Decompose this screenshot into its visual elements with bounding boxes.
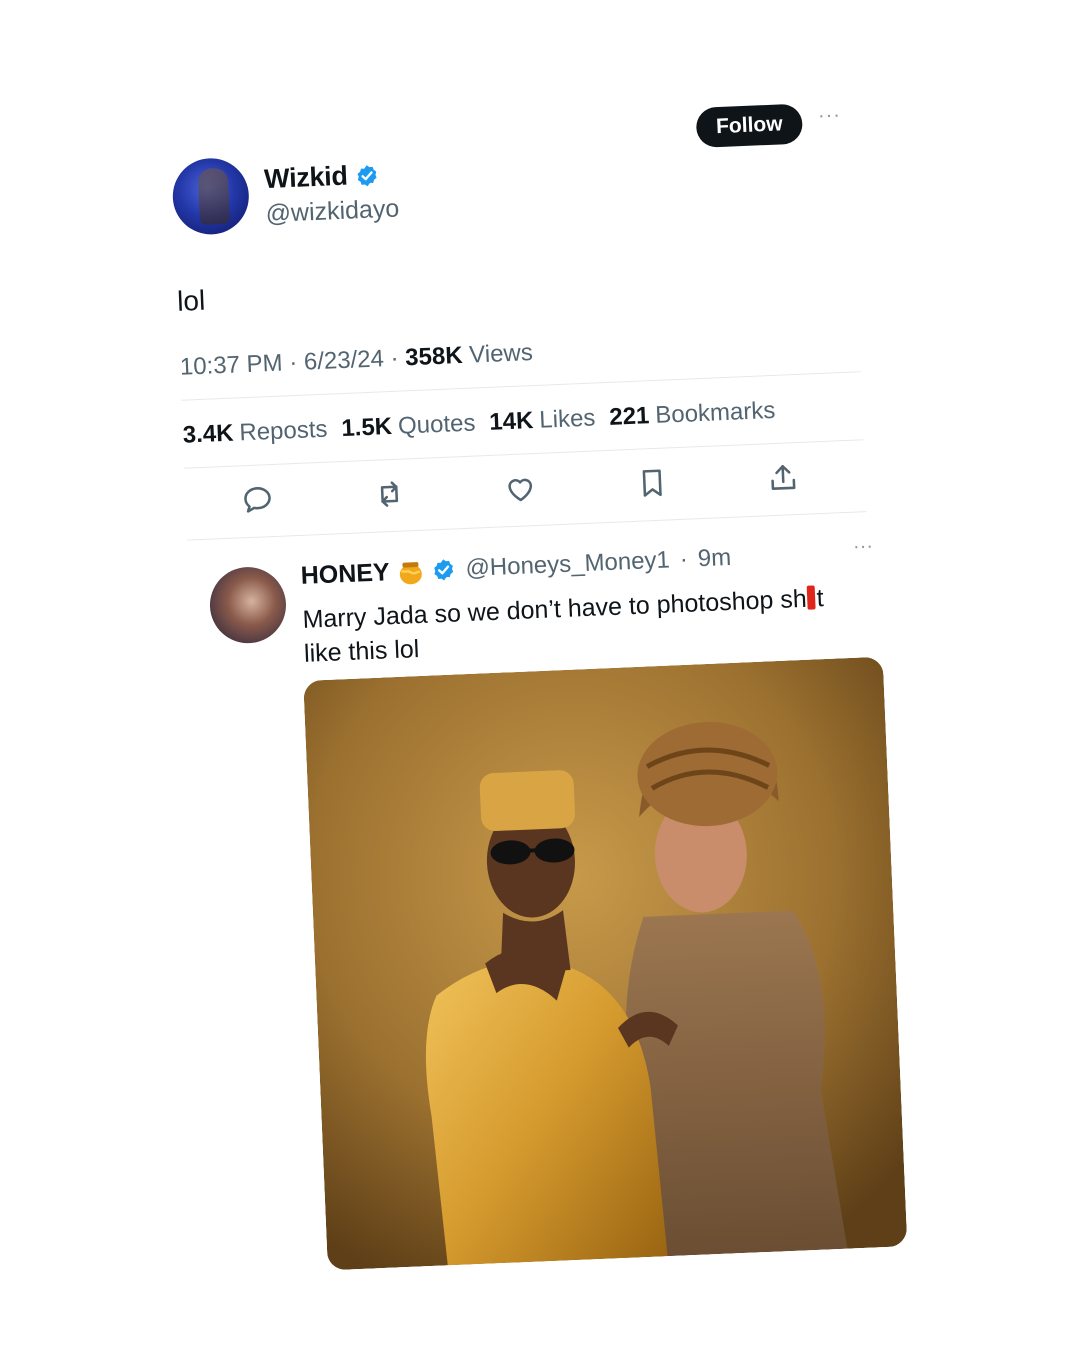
bookmark-icon[interactable]	[634, 465, 669, 500]
redaction-mark	[807, 585, 817, 610]
more-options-icon[interactable]: ···	[818, 104, 842, 128]
meta-separator: ·	[679, 545, 689, 574]
attached-photo[interactable]	[303, 656, 908, 1271]
divider	[187, 511, 867, 541]
reply-age[interactable]: 9m	[697, 544, 731, 573]
tweet-text: lol	[176, 284, 206, 317]
meta-separator: ·	[288, 348, 298, 377]
tweet-card: Wizkid @wizkidayo Follow ··· lol 10:37 P…	[170, 100, 937, 1271]
meta-separator: ·	[390, 344, 400, 372]
bookmarks-stat[interactable]: 221 Bookmarks	[609, 397, 776, 432]
share-icon[interactable]	[765, 460, 800, 495]
verified-badge-icon	[358, 164, 378, 186]
reply-text: Marry Jada so we don’t have to photoshop…	[302, 579, 864, 670]
reply-text-start: Marry Jada so we don’t have to photoshop…	[302, 584, 808, 634]
screenshot-stage: Wizkid @wizkidayo Follow ··· lol 10:37 P…	[0, 0, 1080, 1350]
honey-pot-icon	[399, 562, 422, 585]
views-count: 358K	[404, 341, 464, 372]
like-icon[interactable]	[503, 471, 538, 506]
author-name-row: Wizkid	[264, 159, 381, 195]
reply-header: HONEY @Honeys_Money1 · 9m	[300, 543, 732, 591]
author-handle[interactable]: @wizkidayo	[265, 194, 400, 229]
repost-icon[interactable]	[371, 476, 406, 511]
tweet-date[interactable]: 6/23/24	[303, 345, 384, 375]
couple-photo-image	[303, 656, 908, 1271]
engagement-stats: 3.4K Reposts 1.5K Quotes 14K Likes 221 Bookm…	[182, 397, 776, 450]
quotes-stat[interactable]: 1.5K Quotes	[341, 409, 476, 443]
reply-display-name[interactable]: HONEY	[300, 558, 390, 591]
action-bar	[240, 460, 801, 517]
reposts-stat[interactable]: 3.4K Reposts	[182, 416, 328, 450]
verified-badge-icon	[434, 559, 454, 581]
reply-icon[interactable]	[240, 482, 275, 517]
likes-stat[interactable]: 14K Likes	[489, 404, 596, 436]
follow-button[interactable]: Follow	[695, 103, 804, 148]
views-label: Views	[468, 339, 534, 369]
tweet-time[interactable]: 10:37 PM	[179, 350, 283, 381]
tweet-meta: 10:37 PM · 6/23/24 · 358K Views	[179, 339, 533, 382]
reply-handle[interactable]: @Honeys_Money1	[465, 546, 670, 583]
honey-avatar[interactable]	[208, 565, 288, 645]
reply-more-options-icon[interactable]: ···	[853, 535, 874, 559]
author-display-name[interactable]: Wizkid	[264, 161, 349, 195]
wizkid-avatar[interactable]	[171, 156, 251, 236]
